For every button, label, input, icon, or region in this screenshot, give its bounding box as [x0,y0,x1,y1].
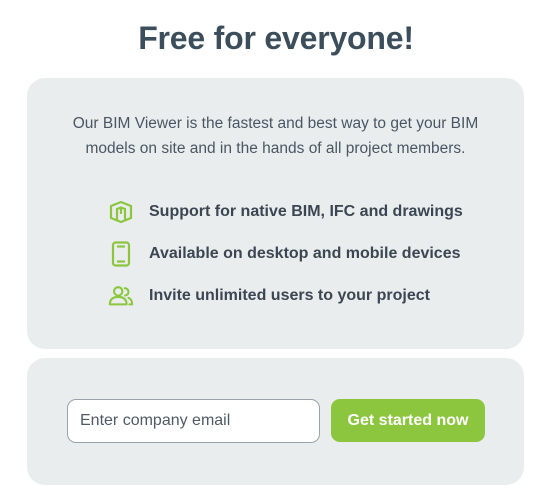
bim-model-icon [108,199,134,225]
get-started-button[interactable]: Get started now [331,399,485,442]
feature-list: Support for native BIM, IFC and drawings… [108,191,463,317]
feature-item-devices: Available on desktop and mobile devices [108,233,463,275]
feature-label: Invite unlimited users to your project [149,287,430,304]
mobile-device-icon [108,241,134,267]
email-field[interactable] [67,399,320,443]
feature-item-bim-support: Support for native BIM, IFC and drawings [108,191,463,233]
signup-card: Get started now [27,358,524,485]
feature-item-users: Invite unlimited users to your project [108,275,463,317]
intro-text: Our BIM Viewer is the fastest and best w… [72,115,479,157]
users-icon [108,283,134,309]
page-title: Free for everyone! [138,20,414,56]
feature-label: Available on desktop and mobile devices [149,245,461,262]
feature-label: Support for native BIM, IFC and drawings [149,203,463,220]
features-card: Our BIM Viewer is the fastest and best w… [27,78,524,349]
